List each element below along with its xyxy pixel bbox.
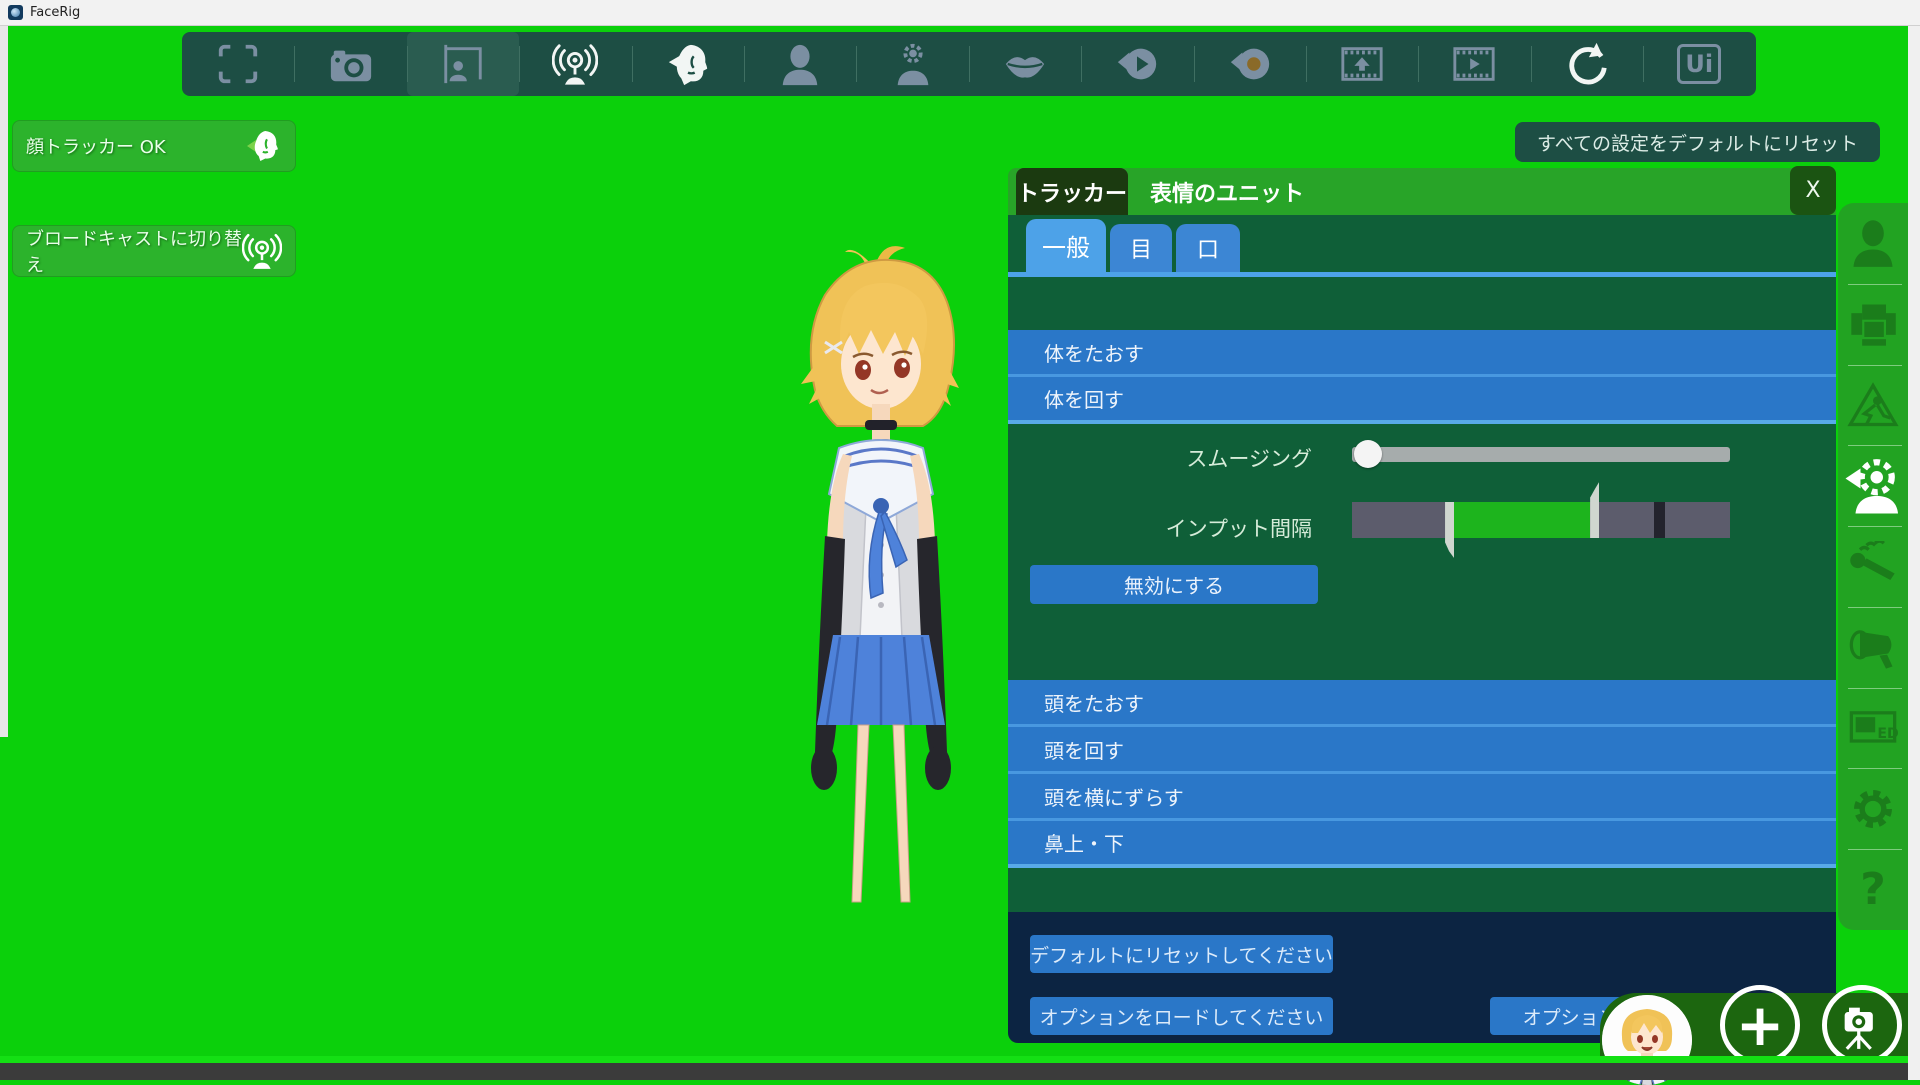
reload-button[interactable]: [1531, 32, 1643, 96]
import-animation-button[interactable]: [1306, 32, 1418, 96]
input-interval-low-handle[interactable]: [1445, 502, 1454, 558]
broadcast-button[interactable]: [519, 32, 631, 96]
panel-body: 一般 目 口 体をたおす 体を回す スムージング インプット間隔 無効にする 頭…: [1008, 215, 1836, 996]
record-button[interactable]: [1194, 32, 1306, 96]
face-tracker-icon: [242, 126, 282, 166]
reload-icon: [1564, 41, 1610, 87]
face-tracking-button[interactable]: [632, 32, 744, 96]
broadcast-icon: [552, 41, 598, 87]
scene-camera-button[interactable]: [1822, 985, 1902, 1065]
subtab-general[interactable]: 一般: [1026, 219, 1106, 272]
frame-select-icon: [215, 41, 261, 87]
face-play-icon: [1114, 41, 1160, 87]
tracking-settings-icon: [1843, 456, 1903, 516]
disable-button[interactable]: 無効にする: [1030, 565, 1318, 604]
sidebar-item-community[interactable]: [1838, 607, 1908, 688]
face-record-icon: [1227, 41, 1273, 87]
lips-icon: [1002, 41, 1048, 87]
avatar-icon: [777, 41, 823, 87]
broadcast-switch-label: ブロードキャストに切り替え: [26, 225, 242, 277]
input-interval-marker: [1654, 502, 1665, 538]
avatars-icon: [1847, 217, 1899, 269]
ui-toggle-button[interactable]: Ui: [1643, 32, 1755, 96]
editor-ed-icon: ED: [1847, 702, 1899, 754]
film-import-icon: [1339, 41, 1385, 87]
row-head-turn[interactable]: 頭を回す: [1008, 727, 1836, 774]
gear-icon: [1847, 783, 1899, 835]
face-tracker-status-button[interactable]: 顔トラッカー OK: [12, 120, 296, 172]
sidebar-item-props[interactable]: [1838, 365, 1908, 446]
sidebar-item-avatars[interactable]: [1838, 203, 1908, 284]
avatar-settings-icon: [890, 41, 936, 87]
frame-select-button[interactable]: [182, 32, 294, 96]
snapshot-button[interactable]: [294, 32, 406, 96]
sidebar-item-backgrounds[interactable]: [1838, 284, 1908, 365]
broadcast-switch-button[interactable]: ブロードキャストに切り替え: [12, 225, 296, 277]
load-options-button[interactable]: オプションをロードしてください: [1030, 997, 1333, 1035]
app-icon: [8, 5, 23, 20]
input-interval-active-range: [1454, 502, 1590, 538]
tracker-settings-panel: トラッカー 表情のユニット X 一般 目 口 体をたおす 体を回す スムージング…: [1008, 168, 1836, 996]
add-avatar-button[interactable]: +: [1720, 985, 1800, 1065]
sidebar-item-editor[interactable]: ED: [1838, 688, 1908, 769]
subtab-eye[interactable]: 目: [1110, 224, 1172, 272]
avatar-frame-button[interactable]: [407, 32, 519, 96]
sidebar-item-settings[interactable]: [1838, 768, 1908, 849]
play-animation-button[interactable]: [1418, 32, 1530, 96]
row-head-tilt[interactable]: 頭をたおす: [1008, 680, 1836, 727]
input-interval-high-handle[interactable]: [1590, 482, 1599, 538]
broadcast-icon: [242, 231, 282, 271]
backgrounds-icon: [1847, 298, 1899, 350]
row-body-tilt[interactable]: 体をたおす: [1008, 330, 1836, 377]
right-edge-strip: [1908, 26, 1920, 1080]
face-tracker-status-label: 顔トラッカー OK: [26, 133, 242, 159]
props-icon: [1847, 379, 1899, 431]
hand-mic-icon: [1847, 541, 1899, 593]
sidebar-item-help[interactable]: ?: [1838, 849, 1908, 930]
sidebar-item-tracking-settings[interactable]: [1838, 445, 1908, 526]
title-bar: FaceRig: [0, 0, 1920, 26]
subtab-underline: [1008, 272, 1836, 277]
avatar-settings-button[interactable]: [856, 32, 968, 96]
subtab-mouth[interactable]: 口: [1176, 224, 1240, 272]
input-interval-label: インプット間隔: [1042, 513, 1312, 543]
avatar-frame-icon: [440, 41, 486, 87]
avatar-select-button[interactable]: [744, 32, 856, 96]
row-head-shift[interactable]: 頭を横にずらす: [1008, 774, 1836, 821]
left-edge-strip: [0, 26, 8, 737]
row-body-turn[interactable]: 体を回す: [1008, 377, 1836, 424]
tab-tracker[interactable]: トラッカー: [1016, 168, 1128, 215]
bottom-bar: [0, 1063, 1908, 1080]
camera-tripod-icon: [1836, 999, 1888, 1051]
reset-all-settings-button[interactable]: すべての設定をデフォルトにリセット: [1515, 122, 1880, 162]
input-interval-slider[interactable]: [1352, 502, 1730, 538]
sidebar-item-voice[interactable]: [1838, 526, 1908, 607]
panel-close-button[interactable]: X: [1790, 166, 1836, 215]
row-nose-up-down[interactable]: 鼻上・下: [1008, 821, 1836, 868]
main-toolbar: Ui: [182, 32, 1756, 96]
tab-expression-units[interactable]: 表情のユニット: [1132, 168, 1322, 215]
ui-toggle-icon: Ui: [1677, 44, 1721, 84]
smoothing-label: スムージング: [1042, 443, 1312, 473]
reset-to-default-button[interactable]: デフォルトにリセットしてください: [1030, 935, 1333, 973]
film-play-icon: [1451, 41, 1497, 87]
head-tracking-rows: 頭をたおす 頭を回す 頭を横にずらす 鼻上・下: [1008, 680, 1836, 868]
smoothing-slider-handle[interactable]: [1354, 440, 1382, 468]
window-title: FaceRig: [30, 5, 80, 20]
help-icon: ?: [1860, 864, 1886, 915]
avatar-character: [755, 240, 1005, 910]
right-sidebar: ED ?: [1838, 203, 1908, 930]
lip-sync-button[interactable]: [969, 32, 1081, 96]
svg-text:ED: ED: [1877, 726, 1898, 742]
face-tracking-icon: [665, 41, 711, 87]
camera-icon: [328, 41, 374, 87]
smoothing-slider[interactable]: [1352, 447, 1730, 462]
body-tracking-rows: 体をたおす 体を回す: [1008, 330, 1836, 424]
megaphone-icon: [1847, 621, 1899, 673]
playback-button[interactable]: [1081, 32, 1193, 96]
avatar-quick-bar: +: [1600, 993, 1908, 1063]
